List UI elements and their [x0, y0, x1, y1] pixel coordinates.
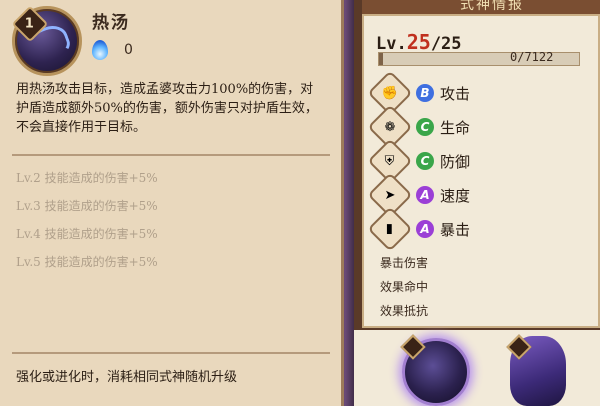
- level-current: 25: [406, 30, 431, 54]
- sub-stat-crit-damage: 暴击伤害: [380, 256, 429, 270]
- stat-row-attack[interactable]: ✊ B 攻击: [367, 70, 471, 116]
- upgrade-item: Lv.5 技能造成的伤害+5%: [16, 255, 158, 269]
- onibi-cost: 0: [124, 42, 133, 58]
- stat-grade: C: [416, 118, 434, 136]
- exp-bar-fill: [379, 53, 383, 65]
- upgrade-item: Lv.3 技能造成的伤害+5%: [16, 199, 158, 213]
- level-label: Lv.25/25: [376, 30, 462, 54]
- upgrade-list: Lv.2 技能造成的伤害+5% Lv.3 技能造成的伤害+5% Lv.4 技能造…: [16, 168, 158, 280]
- onibi-fire-icon: [92, 40, 108, 60]
- stat-name: 生命: [440, 118, 471, 137]
- skill-detail-panel: 1 热汤 0 用热汤攻击目标，造成孟婆攻击力100%的伤害，对护盾造成额外50%…: [0, 0, 344, 406]
- stat-row-health[interactable]: ❁ C 生命: [367, 104, 471, 150]
- sub-stat-effect-resist: 效果抵抗: [380, 304, 429, 318]
- stat-row-speed[interactable]: ➤ A 速度: [367, 172, 471, 218]
- stat-grade: A: [416, 220, 434, 238]
- stat-name: 速度: [440, 186, 471, 205]
- upgrade-note: 强化或进化时，消耗相同式神随机升级: [16, 370, 238, 385]
- sub-stat-effect-hit: 效果命中: [380, 280, 429, 294]
- divider-bottom: [12, 352, 330, 354]
- stat-grade: B: [416, 84, 434, 102]
- stat-row-defense[interactable]: ⛨ C 防御: [367, 138, 471, 184]
- skill-level-badge-text: 1: [25, 16, 35, 32]
- info-title: 式神情报: [460, 0, 524, 13]
- upgrade-item: Lv.2 技能造成的伤害+5%: [16, 171, 158, 185]
- skill-name: 热汤: [92, 13, 130, 33]
- stat-name: 防御: [440, 152, 471, 171]
- upgrade-item: Lv.4 技能造成的伤害+5%: [16, 227, 158, 241]
- exp-text: 0/7122: [510, 50, 554, 64]
- stat-grade: C: [416, 152, 434, 170]
- divider-top: [12, 154, 330, 156]
- level-prefix: Lv.: [376, 34, 407, 54]
- stat-name: 暴击: [440, 220, 471, 239]
- stat-name: 攻击: [440, 84, 471, 103]
- stat-grade: A: [416, 186, 434, 204]
- skill-icon[interactable]: 1: [11, 5, 82, 76]
- skill-description: 用热汤攻击目标，造成孟婆攻击力100%的伤害，对护盾造成额外50%的伤害，额外伤…: [16, 82, 318, 135]
- level-max: /25: [430, 34, 462, 54]
- stat-row-crit[interactable]: ▮ A 暴击: [367, 206, 471, 252]
